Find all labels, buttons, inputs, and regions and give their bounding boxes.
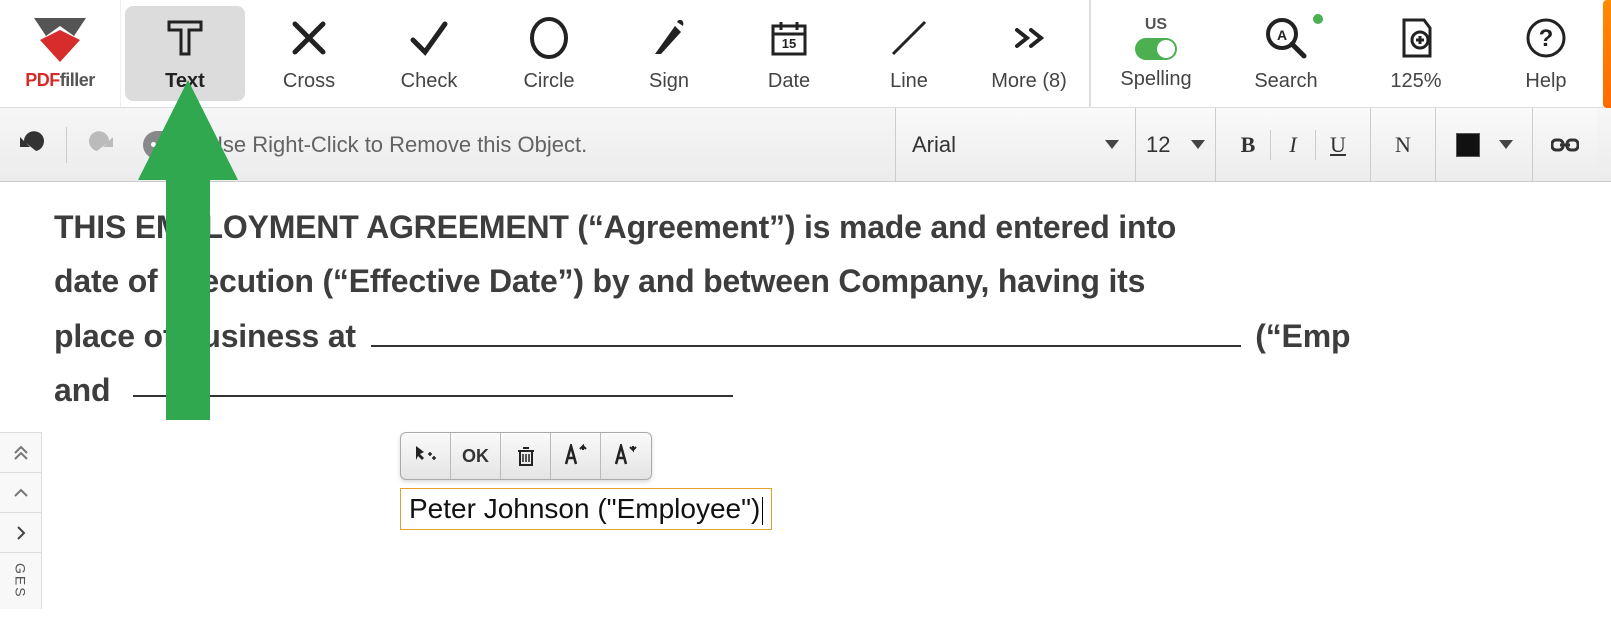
spelling-button[interactable]: US Spelling (1091, 0, 1221, 107)
redo-button[interactable] (87, 129, 119, 161)
case-group: N (1370, 108, 1435, 181)
text-input-value: Peter Johnson ("Employee") (409, 493, 760, 524)
cross-tool-button[interactable]: Cross (249, 0, 369, 107)
hint-text: Use Right-Click to Remove this Object. (207, 132, 587, 158)
link-icon (1551, 135, 1579, 155)
pages-label: GES (0, 553, 41, 609)
ok-button[interactable]: OK (451, 433, 501, 479)
text-input-field[interactable]: Peter Johnson ("Employee") (400, 488, 772, 530)
double-chevron-up-icon (13, 445, 29, 461)
normal-case-button[interactable]: N (1381, 125, 1425, 165)
text-icon (161, 14, 209, 62)
spelling-toggle-icon (1135, 38, 1177, 60)
more-icon (1005, 14, 1053, 62)
page-prev-button[interactable] (0, 473, 41, 513)
sign-tool-button[interactable]: Sign (609, 0, 729, 107)
color-dropdown-button[interactable] (1490, 125, 1522, 165)
undo-icon (16, 131, 44, 159)
check-tool-button[interactable]: Check (369, 0, 489, 107)
font-increase-icon (563, 444, 589, 468)
link-group (1532, 108, 1597, 181)
underline-button[interactable]: U (1316, 125, 1360, 165)
move-icon (414, 444, 438, 468)
undo-button[interactable] (14, 129, 46, 161)
search-icon: A (1262, 14, 1310, 62)
svg-text:?: ? (1539, 25, 1554, 52)
font-dropdown[interactable]: Arial (895, 108, 1135, 181)
trash-icon (515, 445, 537, 467)
blank-field-business[interactable] (371, 345, 1241, 347)
caret-icon (1105, 140, 1119, 149)
date-tool-button[interactable]: 15 Date (729, 0, 849, 107)
font-name: Arial (912, 132, 956, 158)
cursor-icon (762, 497, 763, 525)
caret-icon (1499, 140, 1513, 149)
move-button[interactable] (401, 433, 451, 479)
zoom-icon (1392, 14, 1440, 62)
circle-icon (525, 14, 573, 62)
increase-font-button[interactable] (551, 433, 601, 479)
main-tools: Text Cross Check Circle Sign 15 Date Lin… (121, 0, 1089, 107)
caret-icon (1191, 140, 1205, 149)
format-left: Use Right-Click to Remove this Object. (14, 127, 587, 163)
font-size-dropdown[interactable]: 12 (1135, 108, 1215, 181)
page-first-button[interactable] (0, 433, 41, 473)
chevron-up-icon (13, 485, 29, 501)
circle-tool-button[interactable]: Circle (489, 0, 609, 107)
sign-icon (645, 14, 693, 62)
app-logo: PDFfiller (0, 0, 121, 107)
pdffiller-logo-icon (30, 16, 90, 66)
more-tools-button[interactable]: More (8) (969, 0, 1089, 107)
locale-tag: US (1145, 16, 1167, 34)
help-icon: ? (1522, 14, 1570, 62)
notification-dot-icon (1313, 14, 1323, 24)
svg-text:A: A (1277, 27, 1287, 43)
color-group (1435, 108, 1532, 181)
chevron-right-icon (13, 525, 29, 541)
line-tool-button[interactable]: Line (849, 0, 969, 107)
next-panel-edge[interactable] (1603, 0, 1611, 108)
textbox-toolbar: OK (400, 432, 652, 480)
line-icon (885, 14, 933, 62)
italic-button[interactable]: I (1271, 125, 1315, 165)
font-size: 12 (1146, 132, 1170, 158)
separator (66, 127, 67, 163)
cross-icon (285, 14, 333, 62)
text-style-group: B I U (1215, 108, 1370, 181)
annotation-arrow-icon (128, 80, 248, 440)
pages-panel: GES (0, 432, 42, 609)
font-decrease-icon (613, 444, 639, 468)
delete-button[interactable] (501, 433, 551, 479)
search-button[interactable]: A Search (1221, 0, 1351, 107)
logo-text: PDFfiller (25, 70, 95, 91)
bold-button[interactable]: B (1226, 125, 1270, 165)
help-button[interactable]: ? Help (1481, 0, 1611, 107)
check-icon (405, 14, 453, 62)
page-next-button[interactable] (0, 513, 41, 553)
color-picker-button[interactable] (1446, 125, 1490, 165)
toolbar-right: US Spelling A Search 125% ? Help (1089, 0, 1611, 107)
doc-line-3b: (“Emp (1255, 318, 1350, 354)
link-button[interactable] (1543, 125, 1587, 165)
color-swatch-icon (1456, 133, 1480, 157)
document-text: THIS EMPLOYMENT AGREEMENT (“Agreement”) … (54, 200, 1611, 418)
format-right: Arial 12 B I U N (895, 108, 1597, 181)
redo-icon (89, 131, 117, 159)
zoom-button[interactable]: 125% (1351, 0, 1481, 107)
doc-line-4: and (54, 372, 110, 408)
calendar-icon: 15 (765, 14, 813, 62)
decrease-font-button[interactable] (601, 433, 651, 479)
svg-text:15: 15 (782, 36, 796, 51)
